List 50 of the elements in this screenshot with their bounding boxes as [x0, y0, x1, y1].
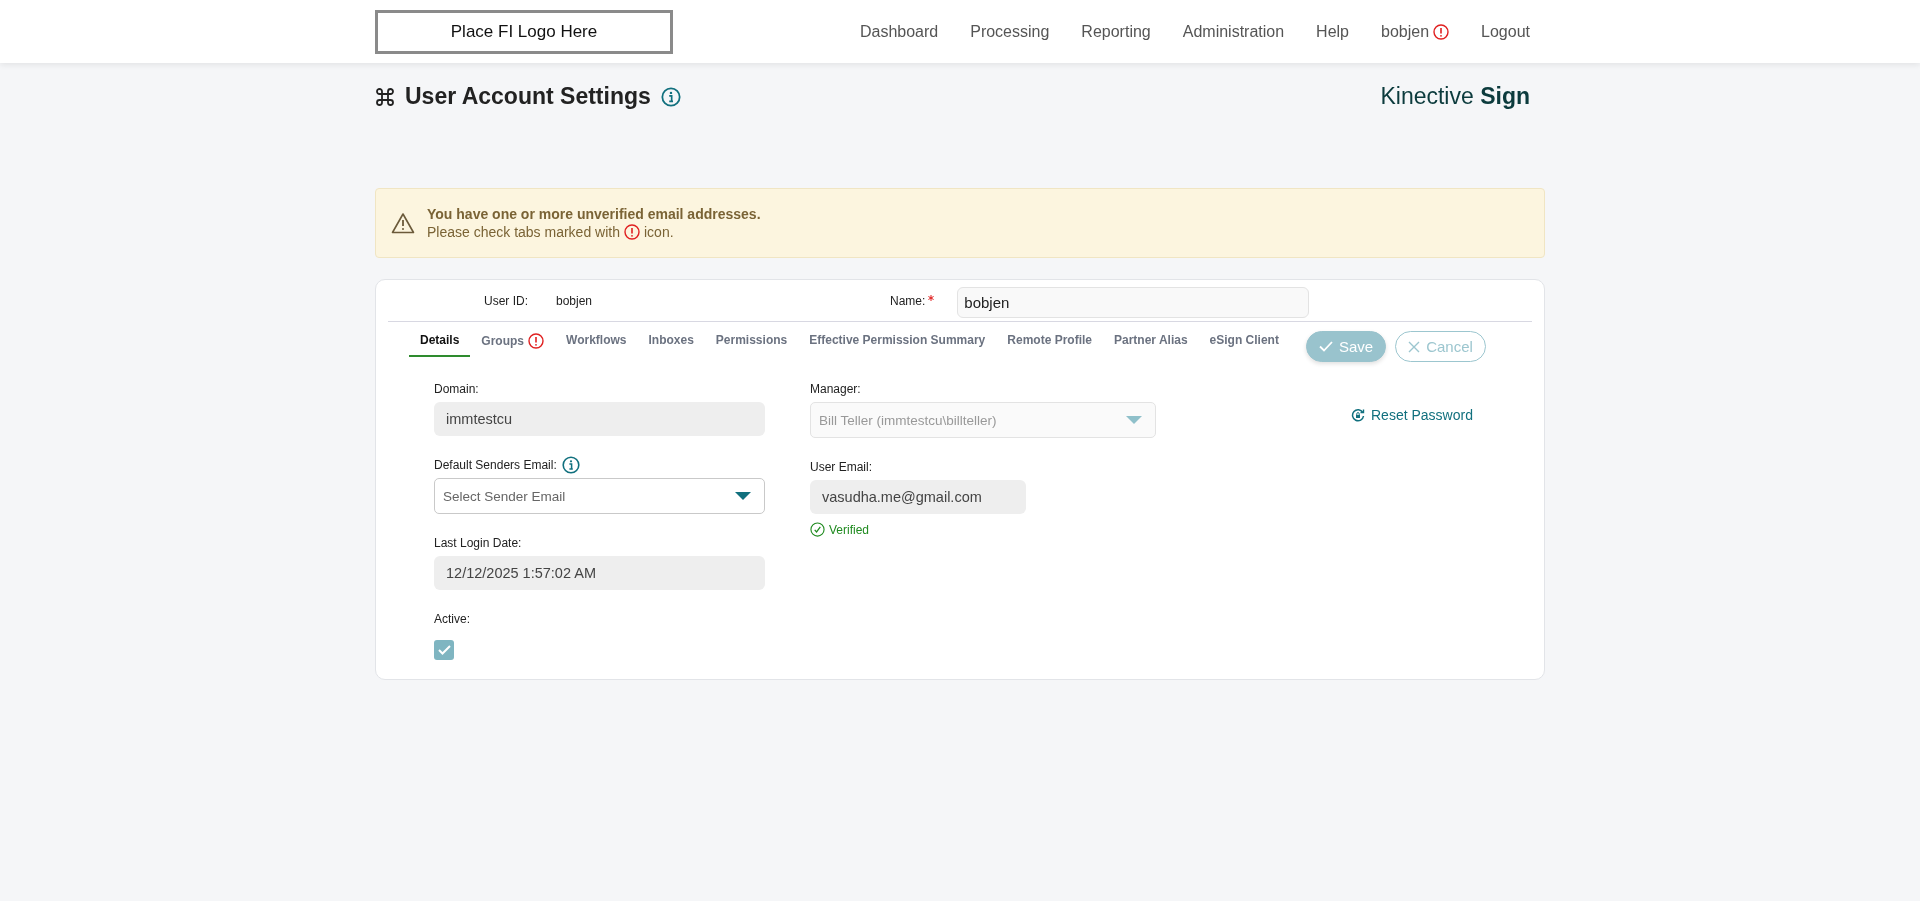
tab[interactable]: Effective Permission Summary	[798, 322, 997, 357]
field-label: User Email:	[810, 460, 872, 474]
tab[interactable]: Groups	[470, 322, 556, 359]
field-label: Name:	[890, 293, 926, 308]
caret-icon	[734, 491, 752, 501]
close-icon	[1408, 340, 1421, 353]
nav-link[interactable]: Administration	[1182, 22, 1285, 41]
nav-link[interactable]: Dashboard	[859, 22, 939, 41]
alert-icon	[624, 224, 640, 240]
warning-text: Please check tabs marked with	[427, 224, 620, 240]
tab[interactable]: Remote Profile	[996, 322, 1103, 357]
tab[interactable]: Workflows	[555, 322, 638, 357]
info-icon[interactable]	[561, 456, 580, 474]
dropdown[interactable]: Select Sender Email	[434, 478, 765, 514]
input-field[interactable]: immtestcu	[434, 402, 765, 436]
user-id-value: bobjen	[556, 293, 594, 308]
brand-logo: Kinective Sign	[1380, 83, 1531, 110]
field-label: Default Senders Email:	[434, 458, 557, 472]
check-icon	[437, 645, 451, 655]
logo-placeholder[interactable]: Place FI Logo Here	[375, 9, 673, 54]
info-icon[interactable]	[660, 86, 681, 107]
nav-link[interactable]: Help	[1316, 22, 1349, 41]
checkbox[interactable]	[434, 640, 454, 660]
input-field[interactable]: 12/12/2025 1:57:02 AM	[434, 556, 765, 590]
tab[interactable]: Permissions	[704, 322, 799, 357]
warning-text: icon.	[644, 224, 674, 240]
reset-password-link[interactable]: Reset Password	[1351, 407, 1532, 423]
input-field[interactable]: vasudha.me@gmail.com	[810, 480, 1026, 514]
field-label: Manager:	[810, 382, 861, 396]
name-field[interactable]: bobjen	[957, 287, 1310, 318]
reset-lock-icon	[1351, 408, 1365, 422]
warning-title: You have one or more unverified email addresses.	[427, 206, 761, 222]
check-icon	[1318, 341, 1333, 352]
warning-icon	[391, 212, 415, 234]
tab[interactable]: Details	[409, 322, 471, 357]
field-label: Last Login Date:	[434, 536, 522, 550]
caret-icon	[1125, 415, 1143, 425]
nav-link[interactable]: Processing	[970, 22, 1050, 41]
tab[interactable]: Partner Alias	[1103, 322, 1199, 357]
nav-link[interactable]: Reporting	[1081, 22, 1151, 41]
field-label: User ID:	[484, 293, 529, 308]
nav-link[interactable]: Logout	[1481, 22, 1530, 41]
tab[interactable]: Inboxes	[637, 322, 705, 357]
command-icon	[375, 86, 395, 107]
page-title: User Account Settings	[405, 83, 651, 110]
field-label: Domain:	[434, 382, 479, 396]
status-text: Verified	[829, 522, 870, 537]
field-label: Active:	[434, 612, 470, 626]
nav-link[interactable]: bobjen	[1381, 22, 1450, 41]
tab[interactable]: eSign Client	[1198, 322, 1290, 357]
